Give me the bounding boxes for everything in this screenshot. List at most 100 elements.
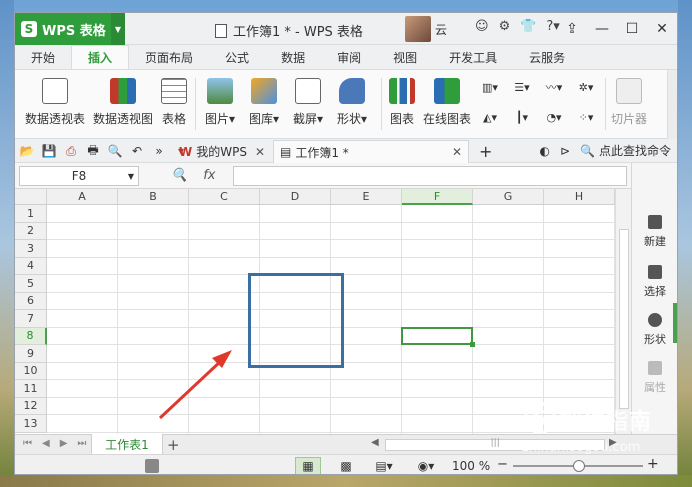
tab-data[interactable]: 数据: [265, 45, 321, 69]
name-box[interactable]: F8 ▼: [19, 166, 139, 186]
row-header-12[interactable]: 12: [15, 397, 47, 415]
tab-developer[interactable]: 开发工具: [433, 45, 513, 69]
side-property-button[interactable]: 属性: [632, 361, 677, 395]
close-button[interactable]: ✕: [647, 13, 677, 45]
add-sheet-button[interactable]: +: [167, 436, 180, 454]
scroll-grip-icon[interactable]: |||: [491, 438, 500, 448]
column-header-d[interactable]: D: [260, 189, 331, 205]
eye-protect-button[interactable]: ◉▾: [413, 457, 439, 474]
undo-icon[interactable]: ↶: [129, 143, 145, 159]
gallery-button[interactable]: 图库▾: [249, 78, 279, 127]
row-header-1[interactable]: 1: [15, 205, 47, 223]
row-header-4[interactable]: 4: [15, 257, 47, 275]
print-preview-icon[interactable]: 🔍: [107, 143, 123, 159]
online-chart-button[interactable]: 在线图表: [423, 78, 471, 127]
tab-page-layout[interactable]: 页面布局: [129, 45, 209, 69]
scroll-left-icon[interactable]: ◀: [371, 437, 379, 448]
zoom-slider-handle[interactable]: [573, 460, 585, 472]
upload-icon[interactable]: ⇪: [557, 13, 587, 45]
stock-chart-icon[interactable]: ┃▾: [509, 108, 535, 126]
vertical-scrollbar[interactable]: [615, 189, 631, 434]
row-header-10[interactable]: 10: [15, 362, 47, 380]
open-folder-icon[interactable]: 📂: [19, 143, 35, 159]
active-cell[interactable]: [401, 326, 475, 347]
pivot-table-button[interactable]: 数据透视表: [25, 78, 85, 127]
chevron-down-icon[interactable]: ▼: [111, 13, 125, 45]
save-icon[interactable]: 💾: [41, 143, 57, 159]
row-header-13[interactable]: 13: [15, 415, 47, 433]
next-sheet-icon[interactable]: ▶: [60, 438, 68, 449]
column-header-c[interactable]: C: [189, 189, 260, 205]
row-header-9[interactable]: 9: [15, 345, 47, 363]
row-header-7[interactable]: 7: [15, 310, 47, 328]
column-header-f[interactable]: F: [402, 189, 473, 205]
close-icon[interactable]: ✕: [452, 145, 462, 159]
row-header-5[interactable]: 5: [15, 275, 47, 293]
fx-icon[interactable]: fx: [203, 168, 215, 183]
select-all-corner[interactable]: [15, 189, 47, 205]
tab-cloud[interactable]: 云服务: [513, 45, 581, 69]
scatter-chart-icon[interactable]: ⁘▾: [573, 108, 599, 126]
radar-chart-icon[interactable]: ✲▾: [573, 78, 599, 96]
app-menu-button[interactable]: S WPS 表格 ▼: [15, 13, 125, 45]
print-icon[interactable]: 🖶: [85, 143, 101, 159]
minimize-button[interactable]: —: [587, 13, 617, 45]
tab-view[interactable]: 视图: [377, 45, 433, 69]
side-shape-button[interactable]: 形状: [632, 313, 677, 347]
tab-my-wps[interactable]: W 我的WPS ✕: [173, 140, 271, 163]
cursor-icon[interactable]: ⊳: [560, 144, 570, 158]
command-search[interactable]: ◐ ⊳ 🔍 点此查找命令: [539, 142, 671, 159]
side-panel-handle[interactable]: [673, 303, 677, 343]
row-header-6[interactable]: 6: [15, 292, 47, 310]
row-header-2[interactable]: 2: [15, 222, 47, 240]
screenshot-button[interactable]: 截屏▾: [293, 78, 323, 127]
export-pdf-icon[interactable]: ⎙: [63, 143, 79, 159]
first-sheet-icon[interactable]: ⏮: [23, 438, 32, 449]
normal-view-button[interactable]: ▦: [295, 457, 321, 474]
feedback-icon[interactable]: ⚙: [499, 19, 511, 34]
zoom-level[interactable]: 100 %: [452, 459, 490, 473]
ribbon-scrollbar[interactable]: [667, 70, 677, 140]
pie-chart-icon[interactable]: ◔▾: [541, 108, 567, 126]
column-header-a[interactable]: A: [47, 189, 118, 205]
last-sheet-icon[interactable]: ⏭: [77, 438, 86, 449]
row-header-3[interactable]: 3: [15, 240, 47, 258]
tab-home[interactable]: 开始: [15, 45, 71, 69]
chart-button[interactable]: 图表: [389, 78, 415, 127]
skin-icon[interactable]: ☺: [475, 19, 489, 34]
layout-view-button[interactable]: ▤▾: [371, 457, 397, 474]
formula-input[interactable]: [233, 166, 627, 186]
zoom-out-button[interactable]: −: [497, 457, 508, 472]
new-tab-button[interactable]: +: [473, 140, 498, 163]
more-icon[interactable]: »: [151, 143, 167, 159]
close-icon[interactable]: ✕: [255, 145, 265, 159]
bar-chart-icon[interactable]: ☰▾: [509, 78, 535, 96]
slicer-button[interactable]: 切片器: [611, 78, 647, 127]
table-button[interactable]: 表格: [161, 78, 187, 127]
row-header-8[interactable]: 8: [15, 327, 47, 345]
user-name[interactable]: 云: [435, 21, 447, 38]
vertical-scroll-thumb[interactable]: [619, 229, 629, 409]
d-icon[interactable]: ◐: [539, 144, 549, 158]
shape-button[interactable]: 形状▾: [337, 78, 367, 127]
spreadsheet-grid[interactable]: A B C D E F G H 1 2 3 4 5 6 7 8 9 10 11 12 13: [15, 189, 615, 434]
picture-button[interactable]: 图片▾: [205, 78, 235, 127]
chevron-down-icon[interactable]: ▼: [128, 172, 134, 181]
tab-workbook1[interactable]: ▤ 工作簿1 * ✕: [273, 140, 469, 163]
column-chart-icon[interactable]: ▥▾: [477, 78, 503, 96]
area-chart-icon[interactable]: ◭▾: [477, 108, 503, 126]
tab-review[interactable]: 审阅: [321, 45, 377, 69]
status-doc-icon[interactable]: [145, 459, 159, 473]
pivot-chart-button[interactable]: 数据透视图: [93, 78, 153, 127]
line-chart-icon[interactable]: 〰▾: [541, 78, 567, 96]
shirt-icon[interactable]: 👕: [520, 19, 536, 34]
column-header-b[interactable]: B: [118, 189, 189, 205]
zoom-formula-icon[interactable]: 🔍: [171, 168, 187, 183]
tab-formula[interactable]: 公式: [209, 45, 265, 69]
maximize-button[interactable]: ☐: [617, 13, 647, 45]
prev-sheet-icon[interactable]: ◀: [42, 438, 50, 449]
tab-insert[interactable]: 插入: [71, 45, 130, 69]
column-header-h[interactable]: H: [544, 189, 615, 205]
page-break-view-button[interactable]: ▩: [333, 457, 359, 474]
sheet-tab-1[interactable]: 工作表1: [91, 434, 163, 455]
